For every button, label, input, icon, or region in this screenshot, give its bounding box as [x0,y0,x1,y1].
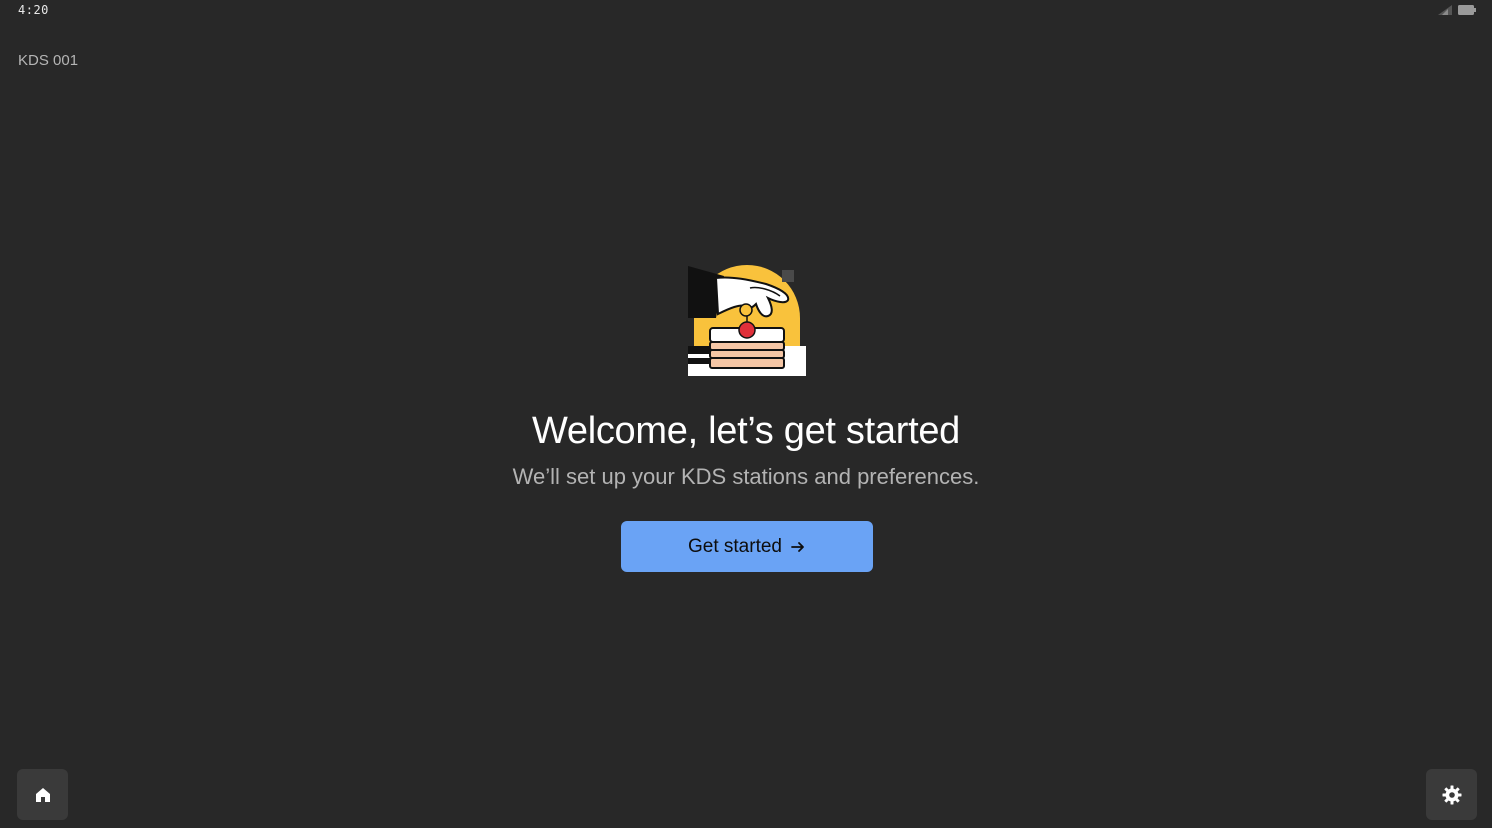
gear-icon [1442,785,1461,804]
welcome-title: Welcome, let’s get started [532,410,960,452]
settings-button[interactable] [1426,769,1477,820]
welcome-content: Welcome, let’s get started We’ll set up … [0,0,1492,828]
home-icon [35,787,50,802]
home-button[interactable] [17,769,68,820]
arrow-right-icon [791,541,804,552]
welcome-screen: 4:20 KDS 001 Welcome, let’s get started … [0,0,1492,828]
welcome-subtitle: We’ll set up your KDS stations and prefe… [512,464,980,489]
get-started-label: Get started [688,535,782,557]
get-started-button[interactable]: Get started [621,521,873,572]
chef-hand-cake-illustration [688,265,806,376]
